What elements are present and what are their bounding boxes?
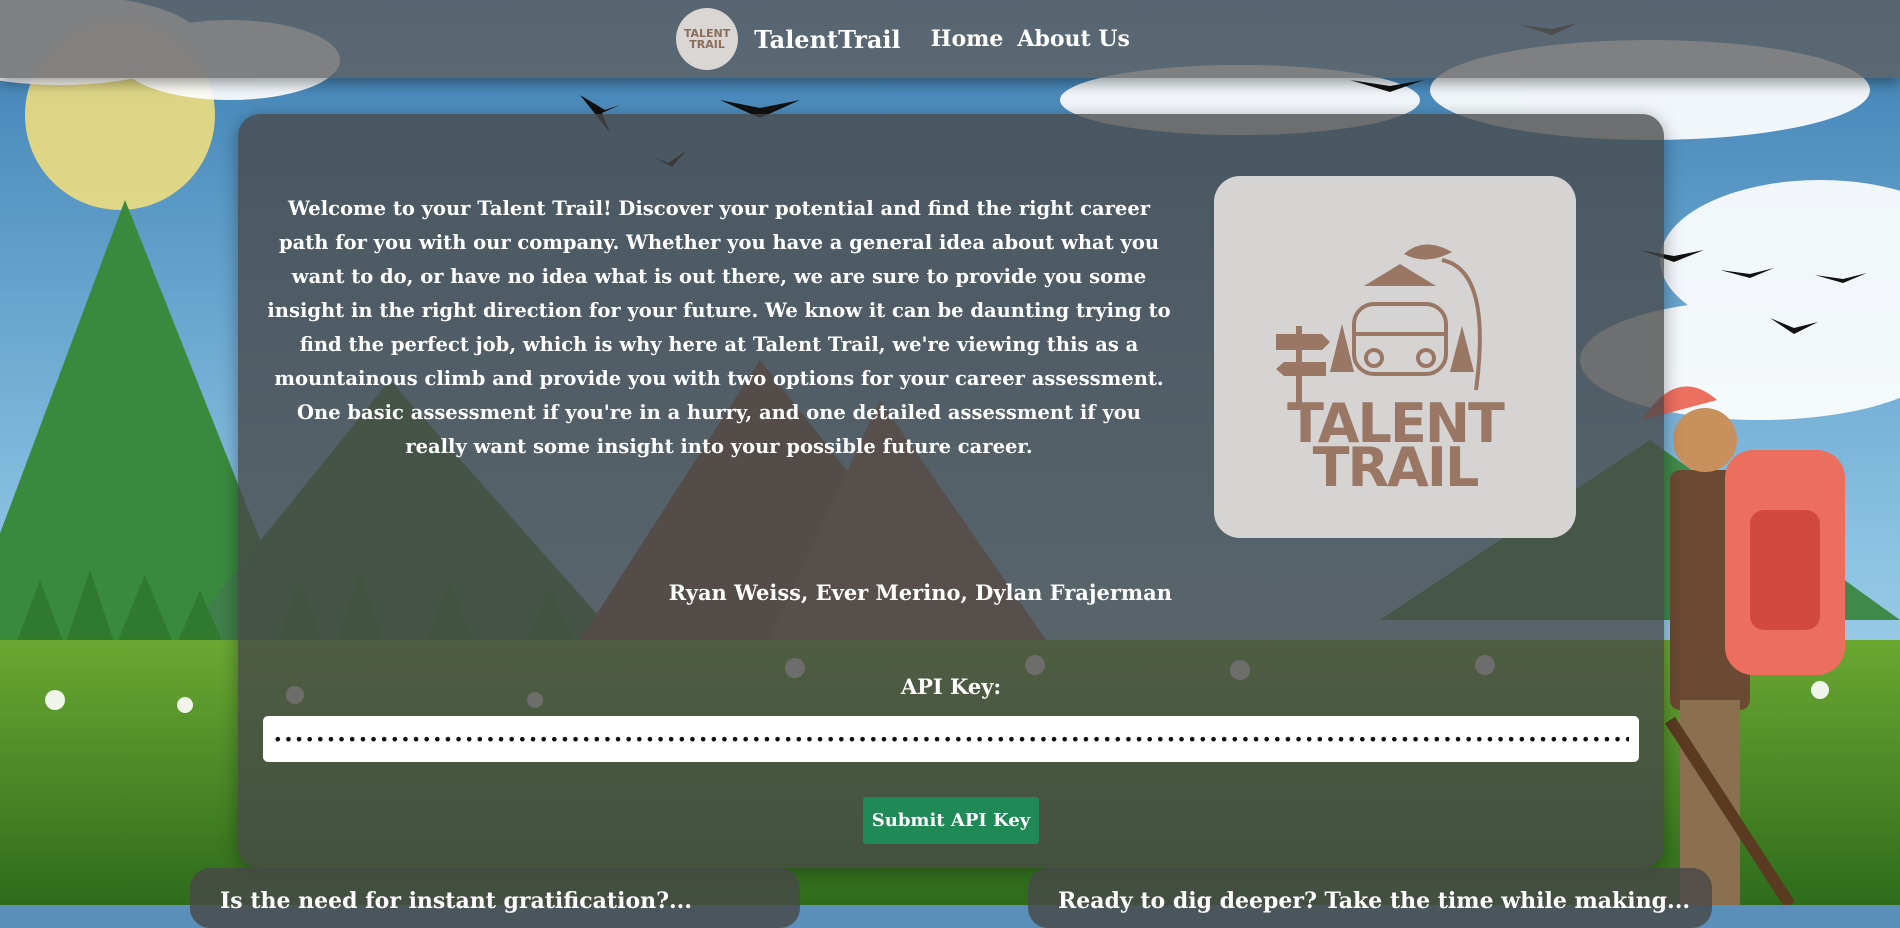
- basic-assessment-card[interactable]: Is the need for instant gratification?..…: [190, 868, 800, 928]
- authors-credit: Ryan Weiss, Ever Merino, Dylan Frajerman: [668, 580, 1172, 605]
- brand-name[interactable]: TalentTrail: [754, 25, 901, 54]
- nav-link-about-us[interactable]: About Us: [1017, 26, 1130, 52]
- talent-trail-logo: TALENT TRAIL: [1214, 176, 1576, 538]
- welcome-card: Welcome to your Talent Trail! Discover y…: [238, 114, 1664, 868]
- detailed-assessment-card[interactable]: Ready to dig deeper? Take the time while…: [1028, 868, 1712, 928]
- basic-assessment-text: Is the need for instant gratification?..…: [220, 888, 692, 914]
- api-key-label: API Key:: [900, 674, 1002, 699]
- navbar-inner: TALENT TRAIL TalentTrail Home About Us: [676, 8, 1144, 70]
- submit-api-key-button[interactable]: Submit API Key: [863, 797, 1039, 844]
- van-icon: [1352, 302, 1448, 376]
- detailed-assessment-text: Ready to dig deeper? Take the time while…: [1058, 888, 1691, 914]
- welcome-text: Welcome to your Talent Trail! Discover y…: [267, 196, 1171, 458]
- top-navbar: TALENT TRAIL TalentTrail Home About Us: [0, 0, 1900, 78]
- nav-link-home[interactable]: Home: [931, 26, 1004, 52]
- navbar-logo[interactable]: TALENT TRAIL: [676, 8, 739, 70]
- logo-text-trail: TRAIL: [1312, 436, 1480, 499]
- api-key-input[interactable]: [263, 716, 1639, 762]
